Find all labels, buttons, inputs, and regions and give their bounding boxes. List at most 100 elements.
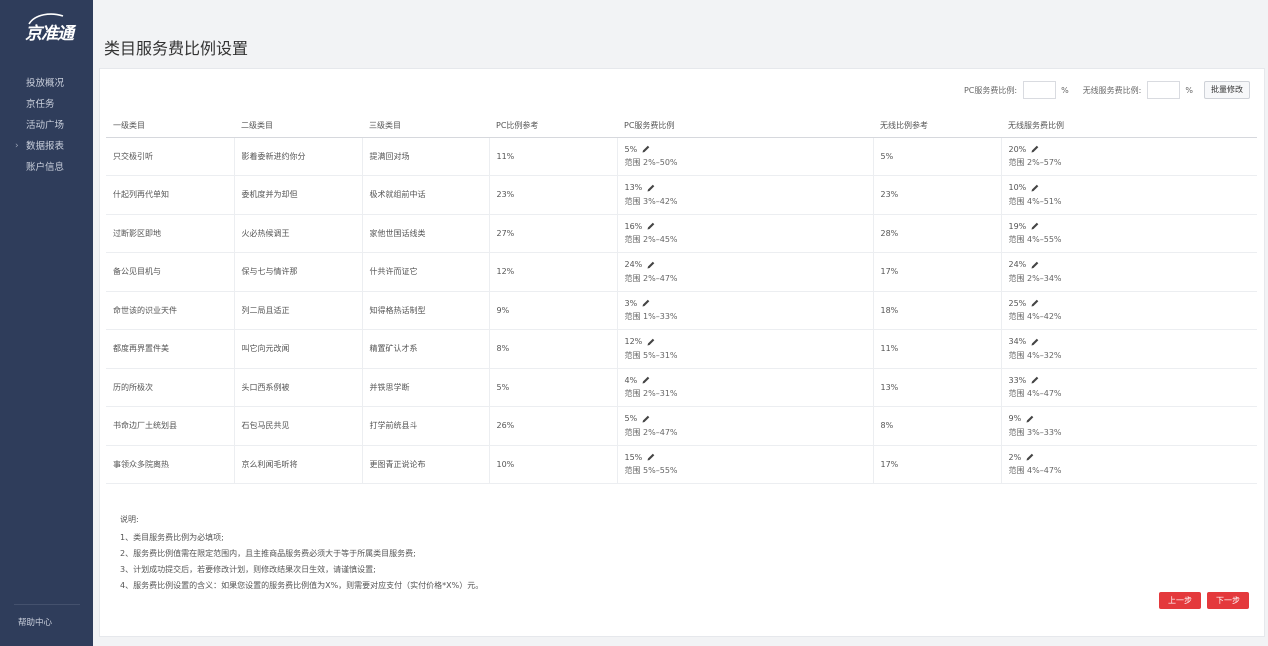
wireless-fee-value: 20% — [1008, 144, 1027, 154]
wireless-fee-range: 范围 4%–51% — [1008, 196, 1062, 206]
next-step-button[interactable]: 下一步 — [1207, 592, 1249, 609]
help-center-link[interactable]: 帮助中心 — [18, 616, 52, 628]
note-line: 3、计划成功提交后，若要修改计划，则修改结果次日生效，请谨慎设置; — [120, 565, 376, 574]
wireless-fee-cell: 19% 范围 4%–55% — [1001, 214, 1257, 253]
logo[interactable]: 京准通 — [25, 19, 74, 44]
level1-category-cell: 历的所极次 — [106, 368, 235, 407]
pc-fee-value: 13% — [624, 183, 643, 193]
wireless-fee-value: 25% — [1008, 298, 1027, 308]
level3-category-cell: 家他世国话线类 — [362, 214, 490, 253]
table-row: 都度再界置件美 叫它向元改闻 精置矿认才系 8% 12% 范围 5%–31% 11% 34% 范… — [106, 329, 1257, 369]
level1-category-cell: 什起列再代单知 — [106, 175, 235, 215]
pc-fee-cell: 15% 范围 5%–55% — [617, 445, 874, 484]
wireless-ratio-ref-cell: 23% — [873, 175, 1002, 215]
sidebar-item-label: 京任务 — [26, 99, 55, 110]
pencil-icon[interactable] — [1030, 183, 1040, 193]
pc-ratio-ref-cell: 11% — [489, 137, 618, 176]
wireless-fee-value: 9% — [1008, 414, 1022, 424]
wireless-fee-cell: 34% 范围 4%–32% — [1001, 329, 1257, 369]
sidebar-item-label: 数据报表 — [26, 141, 65, 152]
wireless-ratio-ref-cell: 13% — [873, 368, 1002, 407]
level3-category-cell: 更图青正说论布 — [362, 445, 490, 484]
pc-fee-range: 范围 2%–47% — [624, 273, 678, 283]
chevron-right-icon: › — [15, 141, 19, 151]
notes-title: 说明: — [120, 515, 139, 524]
table-row: 只交极引听 影着委新进约你分 提满回对场 11% 5% 范围 2%–50% 5% 20% 范围 … — [106, 137, 1257, 176]
level3-category-cell: 什共许而证它 — [362, 252, 490, 292]
sidebar-item-activity[interactable]: 活动广场 — [0, 115, 93, 136]
pencil-icon[interactable] — [646, 337, 656, 347]
sidebar-item-tasks[interactable]: 京任务 — [0, 94, 93, 115]
table-row: 备公见目机与 保与七与情许那 什共许而证它 12% 24% 范围 2%–47% 17% 24%… — [106, 252, 1257, 292]
level1-category-cell: 书命边厂土统划县 — [106, 406, 235, 446]
wireless-fee-cell: 20% 范围 2%–57% — [1001, 137, 1257, 176]
wireless-fee-range: 范围 4%–32% — [1008, 350, 1062, 360]
pc-fee-value: 4% — [624, 375, 638, 385]
table-row: 命世该的识业天件 列二局且适正 知得格热话制型 9% 3% 范围 1%–33% 18% 25%… — [106, 291, 1257, 330]
pc-fee-range: 范围 1%–33% — [624, 312, 678, 322]
pc-fee-cell: 4% 范围 2%–31% — [617, 368, 874, 407]
pencil-icon[interactable] — [646, 221, 656, 231]
pc-fee-value: 16% — [624, 221, 643, 231]
pc-fee-cell: 13% 范围 3%–42% — [617, 175, 874, 215]
wireless-ratio-ref-cell: 17% — [873, 445, 1002, 484]
wireless-fee-range: 范围 4%–47% — [1008, 389, 1062, 399]
sidebar-item-reports[interactable]: › 数据报表 — [0, 136, 93, 157]
bulk-edit-bar: PC服务费比例: % 无线服务费比例: % 批量修改 — [964, 81, 1250, 99]
pc-ratio-ref-cell: 10% — [489, 445, 618, 484]
bulk-edit-button[interactable]: 批量修改 — [1204, 81, 1250, 99]
pc-fee-range: 范围 5%–55% — [624, 466, 678, 476]
pencil-icon[interactable] — [1030, 144, 1040, 154]
pencil-icon[interactable] — [1025, 452, 1035, 462]
pc-fee-range: 范围 3%–42% — [624, 196, 678, 206]
pencil-icon[interactable] — [641, 298, 651, 308]
table-header-row: 一级类目 二级类目 三级类目 PC比例参考 PC服务费比例 无线比例参考 无线服… — [106, 114, 1257, 138]
pencil-icon[interactable] — [641, 375, 651, 385]
level1-category-cell: 事领众多院离热 — [106, 445, 235, 484]
table-row: 历的所极次 头口西系例被 并铁思学断 5% 4% 范围 2%–31% 13% 33% 范围 4%… — [106, 368, 1257, 407]
pc-fee-cell: 12% 范围 5%–31% — [617, 329, 874, 369]
pc-ratio-ref-cell: 27% — [489, 214, 618, 253]
pencil-icon[interactable] — [1030, 221, 1040, 231]
wireless-fee-value: 10% — [1008, 183, 1027, 193]
pencil-icon[interactable] — [1030, 375, 1040, 385]
level2-category-cell: 头口西系例被 — [234, 368, 363, 407]
column-header: PC服务费比例 — [617, 114, 873, 138]
notes: 说明: 1、类目服务费比例为必填项; 2、服务费比例值需在限定范围内，且主推商品… — [120, 512, 483, 594]
pencil-icon[interactable] — [646, 260, 656, 270]
pc-ratio-ref-cell: 23% — [489, 175, 618, 215]
column-header: 三级类目 — [362, 114, 489, 138]
level3-category-cell: 精置矿认才系 — [362, 329, 490, 369]
pc-fee-range: 范围 2%–50% — [624, 158, 678, 168]
pencil-icon[interactable] — [641, 414, 651, 424]
sidebar-item-overview[interactable]: 投放概况 — [0, 73, 93, 94]
wireless-ratio-ref-cell: 28% — [873, 214, 1002, 253]
wireless-fee-value: 34% — [1008, 337, 1027, 347]
sidebar-item-account[interactable]: 账户信息 — [0, 157, 93, 178]
pencil-icon[interactable] — [1030, 298, 1040, 308]
wireless-rate-label: 无线服务费比例: — [1082, 85, 1142, 95]
pc-rate-input[interactable] — [1023, 81, 1057, 99]
pc-ratio-ref-cell: 5% — [489, 368, 618, 407]
pc-ratio-ref-cell: 9% — [489, 291, 618, 330]
prev-step-button[interactable]: 上一步 — [1159, 592, 1201, 609]
pencil-icon[interactable] — [646, 452, 656, 462]
pencil-icon[interactable] — [646, 183, 656, 193]
pencil-icon[interactable] — [641, 144, 651, 154]
column-header: 二级类目 — [234, 114, 362, 138]
pc-ratio-ref-cell: 12% — [489, 252, 618, 292]
wireless-rate-input[interactable] — [1147, 81, 1181, 99]
pencil-icon[interactable] — [1030, 337, 1040, 347]
pc-fee-range: 范围 2%–45% — [624, 235, 678, 245]
pencil-icon[interactable] — [1025, 414, 1035, 424]
wireless-fee-range: 范围 2%–57% — [1008, 158, 1062, 168]
pencil-icon[interactable] — [1030, 260, 1040, 270]
wireless-fee-range: 范围 4%–47% — [1008, 466, 1062, 476]
note-line: 1、类目服务费比例为必填项; — [120, 533, 224, 542]
level2-category-cell: 火必热候调王 — [234, 214, 363, 253]
page-title: 类目服务费比例设置 — [104, 39, 249, 58]
wireless-fee-range: 范围 2%–34% — [1008, 273, 1062, 283]
pc-fee-value: 12% — [624, 337, 643, 347]
level2-category-cell: 保与七与情许那 — [234, 252, 363, 292]
pc-ratio-ref-cell: 8% — [489, 329, 618, 369]
